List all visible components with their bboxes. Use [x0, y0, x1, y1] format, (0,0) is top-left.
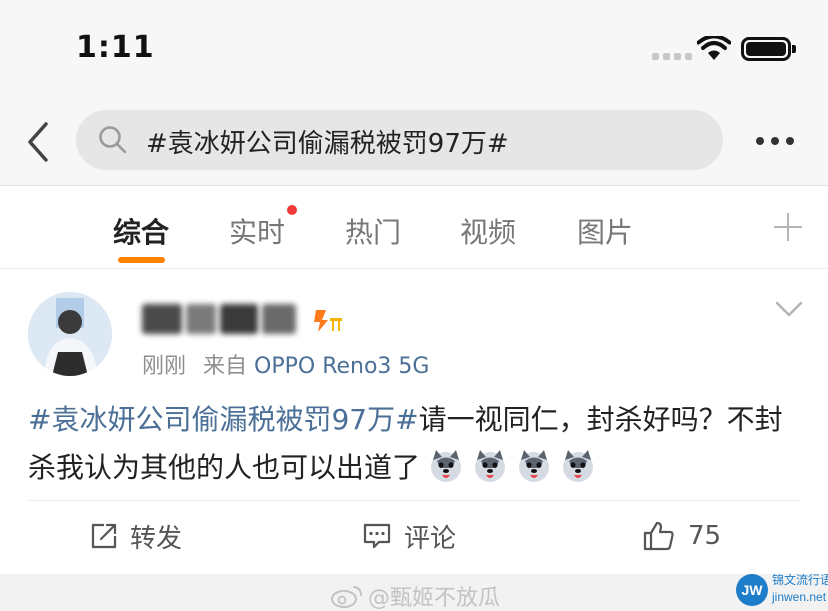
status-time: 1:11: [76, 30, 155, 65]
repost-button[interactable]: 转发: [90, 518, 182, 554]
comment-label: 评论: [404, 523, 457, 554]
search-header: #袁冰妍公司偷漏税被罚97万#: [0, 100, 828, 186]
post-time: 刚刚: [142, 354, 187, 379]
like-count: 75: [688, 521, 722, 551]
site-watermark-logo: JW 锦文流行语 jinwen.net: [736, 568, 828, 611]
actions-divider: [28, 500, 800, 501]
search-input[interactable]: #袁冰妍公司偷漏税被罚97万#: [76, 110, 723, 170]
wifi-icon: [697, 36, 731, 60]
notification-dot: [287, 205, 297, 215]
post-meta: 刚刚 来自 OPPO Reno3 5G: [142, 348, 429, 380]
like-button[interactable]: 75: [642, 518, 721, 554]
post-card: 刚刚 来自 OPPO Reno3 5G #袁冰妍公司偷漏税被罚97万#请一视同仁…: [0, 270, 828, 574]
tab-bar: 综合 实时 热门 视频 图片: [0, 187, 828, 269]
username-blurred[interactable]: [142, 304, 298, 334]
husky-emoji-icon: [431, 450, 462, 482]
site-logo-mark: JW: [736, 574, 768, 606]
back-arrow-icon[interactable]: [22, 120, 56, 164]
cellular-signal-icon: [652, 53, 692, 60]
avatar-image: [28, 292, 112, 376]
battery-icon: [741, 37, 796, 61]
post-body: #袁冰妍公司偷漏税被罚97万#请一视同仁，封杀好吗？不封杀我认为其他的人也可以出…: [28, 396, 798, 492]
site-logo-url: jinwen.net: [772, 590, 827, 604]
weibo-watermark: @甄姬不放瓜: [330, 580, 500, 611]
chevron-down-icon[interactable]: [774, 298, 804, 320]
repost-icon: [91, 523, 117, 549]
thumbs-up-icon: [643, 521, 674, 551]
weibo-logo-icon: [331, 586, 362, 608]
tab-images[interactable]: 图片: [577, 211, 633, 251]
active-tab-indicator: [118, 257, 165, 263]
watermark-text: @甄姬不放瓜: [368, 586, 501, 611]
comment-button[interactable]: 评论: [362, 518, 456, 554]
add-tab-icon[interactable]: [774, 213, 802, 241]
search-query: #袁冰妍公司偷漏税被罚97万#: [146, 129, 509, 159]
emoji-group: [420, 450, 596, 484]
post-hashtag-link[interactable]: #袁冰妍公司偷漏税被罚97万#: [28, 403, 419, 436]
post-source-prefix: 来自: [203, 354, 248, 379]
tab-hot[interactable]: 热门: [345, 211, 401, 251]
husky-emoji-icon: [563, 450, 594, 482]
avatar[interactable]: [28, 292, 112, 376]
tab-video[interactable]: 视频: [460, 211, 516, 251]
search-icon: [99, 126, 127, 154]
tab-comprehensive[interactable]: 综合: [113, 211, 169, 251]
husky-emoji-icon: [475, 450, 506, 482]
status-bar: 1:11: [0, 0, 828, 100]
more-options-icon[interactable]: [756, 126, 800, 156]
post-device-link[interactable]: OPPO Reno3 5G: [254, 354, 429, 379]
husky-emoji-icon: [519, 450, 550, 482]
site-logo-title: 锦文流行语: [772, 573, 828, 587]
fan-badge-icon: [314, 310, 342, 332]
comment-icon: [363, 523, 391, 549]
repost-label: 转发: [130, 523, 183, 554]
tab-realtime[interactable]: 实时: [229, 211, 285, 251]
